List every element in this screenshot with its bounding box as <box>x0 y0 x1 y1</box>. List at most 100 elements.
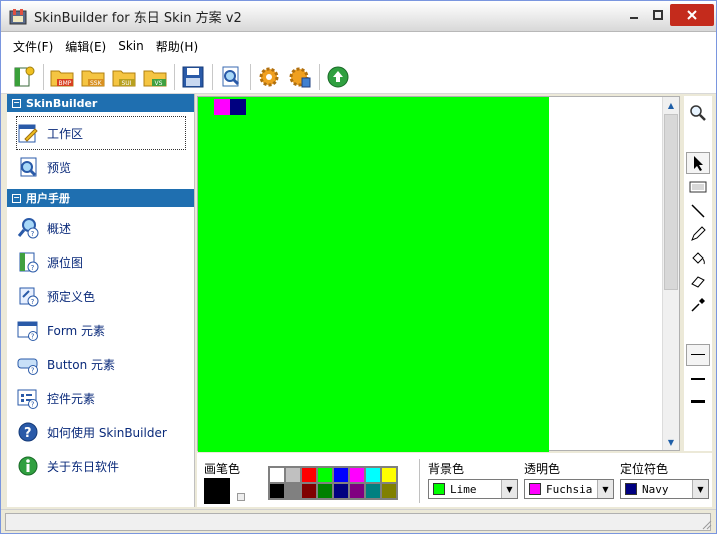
vertical-scrollbar[interactable]: ▲ ▼ <box>662 97 679 450</box>
gear-icon <box>259 67 278 86</box>
skin-canvas[interactable] <box>198 97 549 452</box>
sidebar-item-source-bitmap[interactable]: ? 源位图 <box>7 245 194 279</box>
eyedropper-tool[interactable] <box>686 294 710 316</box>
sidebar-item-predefined-colors[interactable]: ? 预定义色 <box>7 279 194 313</box>
sidebar-item-about[interactable]: 关于东日软件 <box>7 449 194 483</box>
pencil-icon <box>691 226 706 241</box>
open-vs-button[interactable]: VS <box>140 62 169 91</box>
toolbar-separator <box>212 63 213 90</box>
transparent-color-select[interactable]: Fuchsia ▼ <box>524 479 614 499</box>
maximize-button[interactable] <box>646 4 670 26</box>
medium-line-icon <box>691 378 705 380</box>
form-help-icon: ? <box>17 321 38 341</box>
preview-button[interactable] <box>216 62 245 91</box>
chevron-down-icon[interactable]: ▼ <box>501 480 517 498</box>
locator-color-select[interactable]: Navy ▼ <box>620 479 709 499</box>
rectangle-tool[interactable] <box>686 176 710 198</box>
sidebar-section-skinbuilder[interactable]: − SkinBuilder <box>7 94 194 112</box>
thick-line-tool[interactable] <box>686 391 710 413</box>
folder-sui-badge: SUI <box>121 80 131 87</box>
palette-swatch[interactable] <box>301 467 317 483</box>
palette-swatch[interactable] <box>269 483 285 499</box>
minimize-button[interactable] <box>622 4 646 26</box>
palette-swatch[interactable] <box>365 483 381 499</box>
fill-tool[interactable] <box>686 247 710 269</box>
status-field <box>5 513 711 531</box>
eraser-tool[interactable] <box>686 270 710 292</box>
menu-file[interactable]: 文件(F) <box>7 36 59 57</box>
save-button[interactable] <box>178 62 207 91</box>
sidebar-item-preview[interactable]: 预览 <box>7 150 194 184</box>
pen-color-swatch[interactable] <box>204 478 230 504</box>
app-icon <box>9 9 27 25</box>
svg-text:?: ? <box>31 264 35 272</box>
magnifier-document-icon <box>222 66 239 86</box>
sidebar-item-button-element[interactable]: ? Button 元素 <box>7 347 194 381</box>
open-ssk-button[interactable]: SSK <box>78 62 107 91</box>
chevron-down-icon[interactable]: ▼ <box>692 480 708 498</box>
svg-text:?: ? <box>31 298 35 306</box>
swatch-resize-handle[interactable] <box>237 493 245 501</box>
color-chip <box>529 483 541 495</box>
eraser-icon <box>691 276 705 288</box>
sidebar-item-label: Button 元素 <box>47 357 116 372</box>
collapse-icon[interactable]: − <box>12 98 21 108</box>
publish-button[interactable] <box>323 62 352 91</box>
palette-swatch[interactable] <box>333 467 349 483</box>
menu-skin[interactable]: Skin <box>112 37 150 55</box>
sidebar-item-workspace[interactable]: 工作区 <box>16 116 186 150</box>
locator-color-value: Navy <box>642 482 669 496</box>
scroll-down-icon[interactable]: ▼ <box>663 434 679 450</box>
sidebar-item-form-element[interactable]: ? Form 元素 <box>7 313 194 347</box>
pencil-tool[interactable] <box>686 223 710 245</box>
sidebar-item-overview[interactable]: ? 概述 <box>7 211 194 245</box>
palette-swatch[interactable] <box>285 483 301 499</box>
sidebar-item-label: 控件元素 <box>47 391 96 406</box>
properties-button[interactable] <box>285 62 314 91</box>
palette-swatch[interactable] <box>349 467 365 483</box>
palette-swatch[interactable] <box>349 483 365 499</box>
sidebar-section-manual[interactable]: − 用户手册 <box>7 189 194 207</box>
control-help-icon: ? <box>17 389 38 409</box>
canvas-container: ▲ ▼ <box>197 96 680 452</box>
sidebar-item-label: 如何使用 SkinBuilder <box>47 425 167 440</box>
palette-swatch[interactable] <box>365 467 381 483</box>
open-sui-button[interactable]: SUI <box>109 62 138 91</box>
color-chip <box>433 483 445 495</box>
palette-swatch[interactable] <box>333 483 349 499</box>
palette-swatch[interactable] <box>269 467 285 483</box>
resize-grip-icon[interactable] <box>700 518 712 530</box>
line-tool[interactable] <box>686 200 710 222</box>
folder-vs-icon: VS <box>143 70 166 87</box>
toolbar-separator <box>250 63 251 90</box>
settings-button[interactable] <box>254 62 283 91</box>
palette-swatch[interactable] <box>301 483 317 499</box>
scroll-up-icon[interactable]: ▲ <box>663 97 679 113</box>
palette-swatch[interactable] <box>381 483 397 499</box>
color-palette <box>268 466 398 500</box>
palette-swatch[interactable] <box>317 467 333 483</box>
palette-swatch[interactable] <box>285 467 301 483</box>
palette-divider <box>419 459 420 503</box>
palette-swatch[interactable] <box>381 467 397 483</box>
bitmap-help-icon: ? <box>19 252 39 273</box>
collapse-icon[interactable]: − <box>12 193 21 203</box>
zoom-tool[interactable] <box>686 102 710 124</box>
menu-help[interactable]: 帮助(H) <box>150 36 204 57</box>
close-button[interactable] <box>670 4 714 26</box>
folder-vs-badge: VS <box>154 80 162 87</box>
sidebar-item-control-element[interactable]: ? 控件元素 <box>7 381 194 415</box>
thin-line-tool[interactable] <box>686 344 710 366</box>
palette-swatch[interactable] <box>317 483 333 499</box>
background-color-select[interactable]: Lime ▼ <box>428 479 518 499</box>
open-bmp-button[interactable]: BMP <box>47 62 76 91</box>
eyedropper-icon <box>691 298 705 312</box>
menu-edit[interactable]: 编辑(E) <box>59 36 112 57</box>
chevron-down-icon[interactable]: ▼ <box>597 480 613 498</box>
scroll-thumb[interactable] <box>664 114 678 290</box>
pointer-tool[interactable] <box>686 152 710 174</box>
menu-bar: 文件(F) 编辑(E) Skin 帮助(H) <box>1 32 716 60</box>
medium-line-tool[interactable] <box>686 368 710 390</box>
sidebar-item-how-to-use[interactable]: ? 如何使用 SkinBuilder <box>7 415 194 449</box>
new-skin-button[interactable] <box>9 62 38 91</box>
